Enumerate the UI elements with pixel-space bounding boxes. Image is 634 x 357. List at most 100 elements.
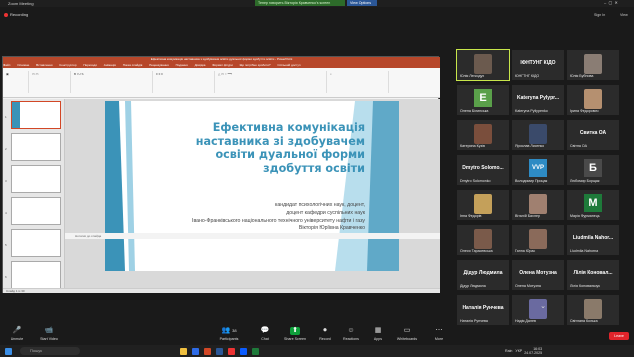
unmute-button[interactable]: 🎤 Unmute — [2, 327, 32, 341]
slide-title[interactable]: Ефективна комунікація наставника зі здоб… — [175, 121, 365, 175]
avatar — [584, 89, 602, 109]
word-icon[interactable] — [216, 348, 223, 355]
drawing-group[interactable]: △ ▭ ○ ⟶ — [217, 71, 327, 93]
font-group[interactable]: B I U S — [73, 71, 153, 93]
participant-count: 38 — [232, 328, 237, 333]
participant-tile[interactable]: Дідур Людмила Дідур Людмила — [457, 260, 509, 290]
window-title: Zoom Meeting — [8, 1, 34, 6]
participant-tile[interactable]: Liudmila Nahor... Liudmila Nahorna — [567, 225, 619, 255]
participant-display-name: Liudmila Nahor... — [572, 235, 614, 241]
participant-name: Володимир Процак — [515, 179, 548, 183]
ppt-tab-slideshow[interactable]: Показ слайдів — [123, 63, 143, 67]
participant-tile[interactable]: Катерина Кузів — [457, 120, 509, 150]
participant-tile[interactable]: E Олена Білинська — [457, 85, 509, 115]
participant-tile[interactable]: Свитка ОА Світна ОА — [567, 120, 619, 150]
avatar — [474, 194, 492, 214]
apps-button[interactable]: ▦ Apps — [363, 327, 393, 341]
reactions-button[interactable]: ☺ Reactions — [336, 327, 366, 341]
thumb-number: 6 — [5, 275, 7, 279]
app-icon[interactable] — [228, 348, 235, 355]
thumb-number: 5 — [5, 243, 7, 247]
start-video-button[interactable]: 📹 Start Video — [34, 327, 64, 341]
more-button[interactable]: ⋯ More — [424, 327, 454, 341]
participant-tile[interactable]: Олеся Тарасевська — [457, 225, 509, 255]
avatar — [584, 54, 602, 74]
participant-tile[interactable]: Віталій Бахлер — [512, 190, 564, 220]
notes-pane[interactable]: Нотатки до слайда — [65, 233, 440, 239]
ppt-tab-home[interactable]: Основне — [17, 63, 29, 67]
taskbar-search[interactable]: Пошук — [20, 347, 80, 355]
whiteboards-button[interactable]: ▭ Whiteboards — [392, 327, 422, 341]
leave-button[interactable]: Leave — [609, 332, 629, 340]
thumb-number: 1 — [5, 115, 7, 119]
view-button[interactable]: View — [620, 13, 628, 17]
ppt-tab-transitions[interactable]: Переходи — [83, 63, 97, 67]
chevron-down-icon[interactable]: ⌄ — [536, 302, 550, 312]
participant-tile[interactable]: Наталія Рунчева Наталія Рунчева — [457, 295, 509, 325]
zoom-icon[interactable] — [240, 348, 247, 355]
apps-icon: ▦ — [374, 327, 382, 334]
slide-thumbnail[interactable] — [11, 229, 61, 257]
participant-tile[interactable]: Юлія Бубнова — [567, 50, 619, 80]
clipboard-group[interactable]: ▣ — [5, 71, 29, 93]
participant-tile[interactable]: Б Любомир Борщак — [567, 155, 619, 185]
participant-tile[interactable]: Олена Мотузна Олена Мотузна — [512, 260, 564, 290]
slide-thumbnail[interactable] — [11, 165, 61, 193]
powerpoint-icon[interactable] — [204, 348, 211, 355]
slide-thumbnail[interactable] — [11, 133, 61, 161]
ppt-tab-file[interactable]: Файл — [3, 63, 10, 67]
chat-button[interactable]: 💬 Chat — [250, 327, 280, 341]
avatar — [529, 229, 547, 249]
ppt-tab-help[interactable]: Довідка — [195, 63, 206, 67]
excel-icon[interactable] — [252, 348, 259, 355]
start-icon[interactable] — [5, 348, 12, 355]
edge-icon[interactable] — [192, 348, 199, 355]
editing-group[interactable]: ⌕ — [329, 71, 389, 93]
participant-tile[interactable]: Світлана Колька — [567, 295, 619, 325]
slide-thumbnail[interactable] — [11, 197, 61, 225]
participant-tile[interactable]: Ярослав Лисенко — [512, 120, 564, 150]
meeting-toolbar: 🎤 Unmute 📹 Start Video 👥 38 Participants 💬 C… — [0, 325, 634, 345]
participant-tile[interactable]: M Марія Фурманець — [567, 190, 619, 220]
paragraph-group[interactable]: ≡ ≡ ≡ — [155, 71, 215, 93]
microphone-icon: 🎤 — [12, 327, 22, 334]
participant-tile[interactable]: Юлія Легкодух — [456, 49, 510, 81]
slides-group[interactable]: ▭ ▭ — [31, 71, 71, 93]
ppt-tab-shape-format[interactable]: Формат фігури — [212, 63, 233, 67]
slide-subtitle[interactable]: кандидат психологічних наук, доцент, доц… — [125, 202, 365, 233]
participant-tile[interactable]: VVP Володимир Процак — [512, 155, 564, 185]
weather-label[interactable]: Rain — [505, 349, 512, 353]
slide-thumbnail[interactable] — [11, 261, 61, 289]
participant-tile[interactable]: Dmytro Solomo... Dmytro Solomonko — [457, 155, 509, 185]
ppt-tell-me[interactable]: Що потрібно зробити? — [240, 63, 271, 67]
participant-tile[interactable]: Kateryna Pylypr... Kateryna Pyliypenko — [512, 85, 564, 115]
participant-display-name: Kateryna Pylypr... — [517, 95, 559, 101]
ppt-tab-animations[interactable]: Анімація — [104, 63, 116, 67]
view-options-button[interactable]: View Options — [347, 0, 377, 6]
participant-name: Юлія Легкодух — [460, 74, 485, 78]
participant-display-name: Лілія Коновал... — [573, 270, 613, 276]
ppt-tab-design[interactable]: Конструктор — [59, 63, 76, 67]
ppt-share-button[interactable]: Спільний доступ — [277, 63, 300, 67]
participant-tile[interactable]: ІФНТУНГ КІДО ЮНГТНГ КІДО — [512, 50, 564, 80]
participant-tile[interactable]: Ганна Юрас — [512, 225, 564, 255]
ppt-tab-insert[interactable]: Вставлення — [36, 63, 52, 67]
participant-tile[interactable]: Інна Федорів — [457, 190, 509, 220]
participant-name: Dmytro Solomonko — [460, 179, 491, 183]
clock[interactable]: 16:03 24.07.2025 — [524, 347, 542, 355]
participants-button[interactable]: 👥 38 Participants — [214, 327, 244, 341]
participant-tile[interactable]: Ірина Федорович — [567, 85, 619, 115]
file-explorer-icon[interactable] — [180, 348, 187, 355]
language-indicator[interactable]: УКР — [515, 349, 522, 353]
avatar-initials: M — [584, 194, 602, 212]
share-screen-button[interactable]: ⬆ Share Screen — [280, 327, 310, 341]
window-controls[interactable]: – ▢ ✕ — [604, 0, 632, 6]
current-slide[interactable]: Ефективна комунікація наставника зі здоб… — [105, 101, 399, 271]
recording-indicator[interactable]: Recording — [4, 12, 28, 17]
ppt-tab-review[interactable]: Рецензування — [149, 63, 169, 67]
participant-name: Олена Білинська — [460, 109, 489, 113]
ppt-tab-view[interactable]: Подання — [176, 63, 188, 67]
participant-tile[interactable]: Лілія Коновал... Лілія Коновальчук — [567, 260, 619, 290]
slide-thumbnail[interactable] — [11, 101, 61, 129]
sign-in-link[interactable]: Sign In — [594, 13, 605, 17]
